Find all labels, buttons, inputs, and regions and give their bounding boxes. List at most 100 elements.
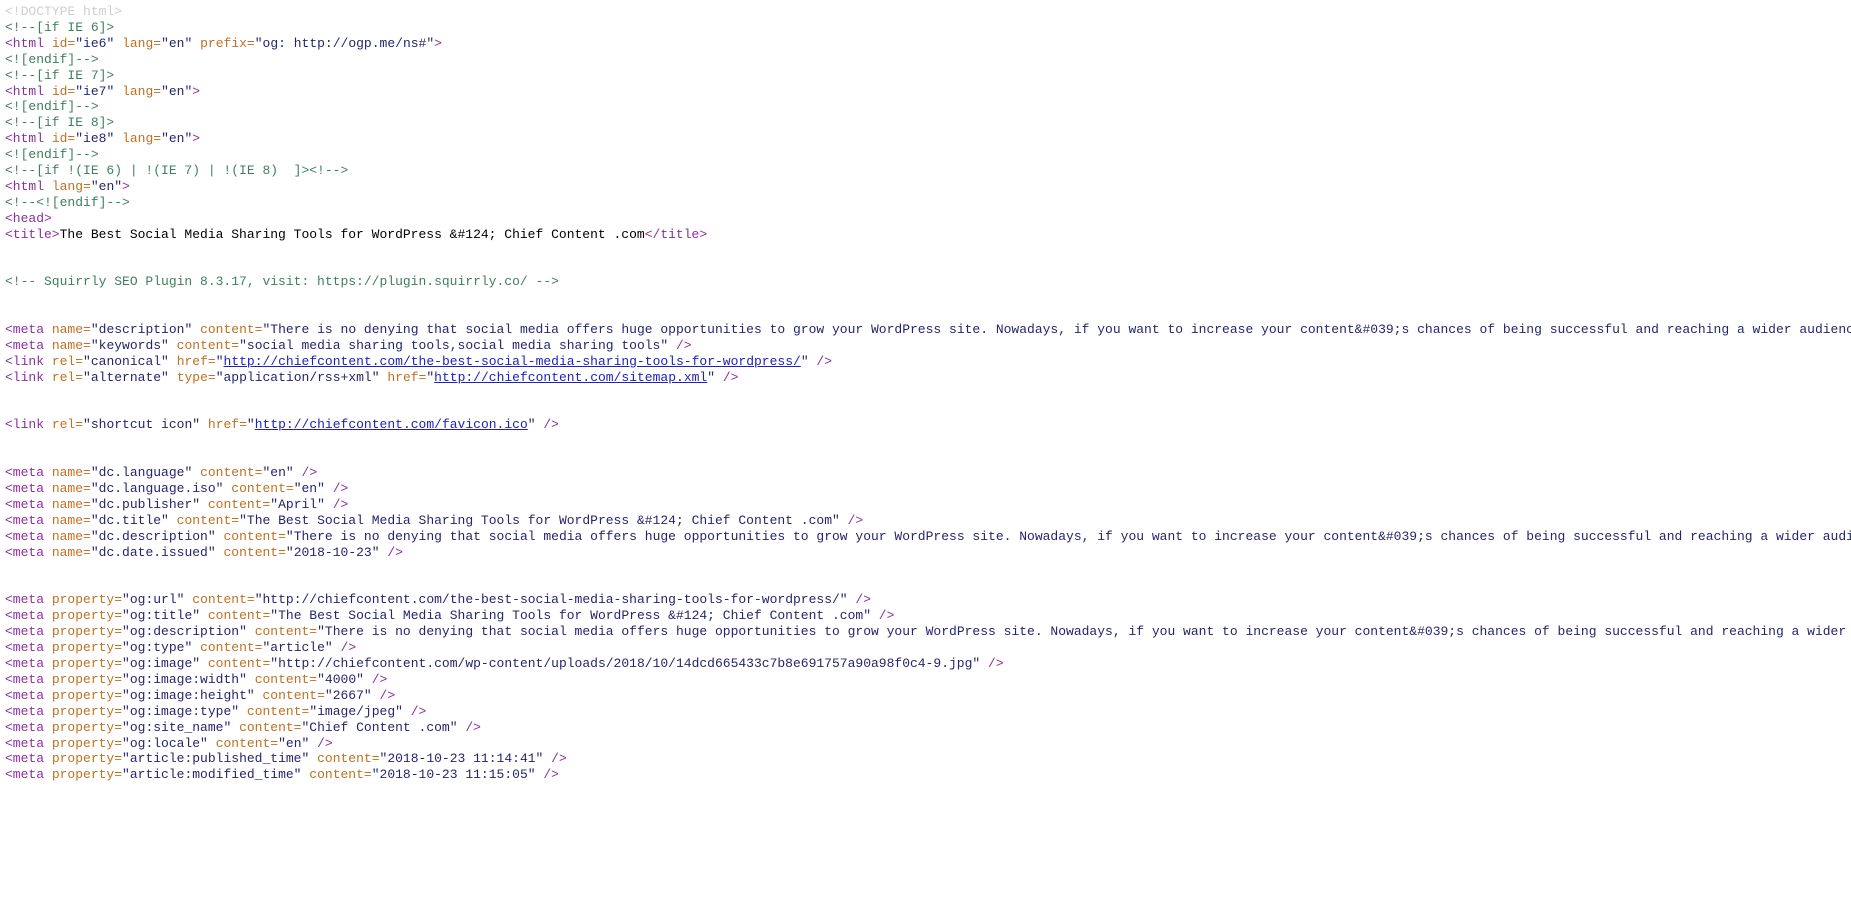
attribute-value: "og:locale" (122, 735, 208, 751)
attribute-name: property= (51, 687, 123, 703)
document-title-text: The Best Social Media Sharing Tools for … (59, 226, 645, 242)
attribute-value: "dc.title" (90, 512, 169, 528)
attribute-value: "og:site_name" (122, 719, 232, 735)
attribute-value: "ie7" (75, 83, 115, 99)
quote: " (527, 417, 536, 433)
source-line: <![endif]--> (5, 147, 1851, 163)
source-line: <meta name="dc.language.iso" content="en… (5, 481, 1851, 497)
attribute-value: "dc.date.issued" (90, 544, 216, 560)
attribute-name: content= (239, 719, 302, 735)
attribute-value: "dc.publisher" (90, 496, 201, 512)
attribute-name: content= (192, 592, 255, 608)
attribute-name: content= (223, 544, 286, 560)
attribute-name: name= (51, 322, 91, 338)
attribute-name: content= (207, 608, 271, 624)
source-hyperlink[interactable]: http://chiefcontent.com/favicon.ico (255, 417, 528, 432)
source-line: <head> (5, 211, 1851, 227)
attribute-name: name= (51, 528, 91, 544)
quote: " (215, 353, 224, 369)
attribute-name: name= (51, 465, 91, 481)
source-line: <html lang="en"> (5, 179, 1851, 195)
quote: " (246, 417, 255, 433)
source-line: <link rel="alternate" type="application/… (5, 370, 1851, 386)
source-line: <!-- Squirrly SEO Plugin 8.3.17, visit: … (5, 274, 1851, 290)
attribute-value: "image/jpeg" (309, 703, 403, 719)
attribute-value: "canonical" (83, 353, 169, 369)
attribute-value: "en" (161, 83, 193, 99)
source-line: <meta property="og:url" content="http://… (5, 592, 1851, 608)
tag-name: <meta (5, 592, 45, 608)
attribute-name: id= (51, 131, 76, 147)
attribute-value: "keywords" (90, 337, 169, 353)
tag-close: /> (332, 640, 357, 656)
tag-name: <html (5, 83, 45, 99)
attribute-name: content= (254, 624, 318, 640)
tag-name: <meta (5, 751, 45, 767)
attribute-value: "og:title" (122, 608, 201, 624)
quote: " (800, 353, 809, 369)
attribute-name: lang= (122, 131, 162, 147)
attribute-name: href= (387, 369, 427, 385)
source-line: <meta property="og:image:type" content="… (5, 704, 1851, 720)
attribute-name: lang= (122, 83, 162, 99)
tag-name: <meta (5, 767, 45, 783)
source-line: <meta name="dc.date.issued" content="201… (5, 545, 1851, 561)
tag-name: <meta (5, 719, 45, 735)
tag-name: <meta (5, 671, 45, 687)
attribute-name: name= (51, 496, 91, 512)
attribute-value: "dc.language" (90, 465, 193, 481)
tag-close: /> (457, 719, 481, 735)
attribute-name: id= (51, 83, 76, 99)
attribute-value: "4000" (317, 671, 364, 687)
tag-name: <meta (5, 640, 45, 656)
tag-name: <head (5, 210, 45, 226)
source-line: <meta property="og:site_name" content="C… (5, 720, 1851, 736)
tag-name: <meta (5, 735, 45, 751)
quote: " (707, 369, 716, 385)
tag-close: /> (293, 465, 318, 481)
attribute-name: href= (176, 353, 216, 369)
source-hyperlink[interactable]: http://chiefcontent.com/the-best-social-… (224, 354, 801, 369)
attribute-value: "dc.description" (90, 528, 216, 544)
attribute-value: "2018-10-23" (285, 544, 380, 560)
tag-close: /> (535, 767, 559, 783)
tag-name: <meta (5, 544, 45, 560)
tag-name: <html (5, 131, 45, 147)
attribute-value: "2018-10-23 11:14:41" (379, 751, 544, 767)
attribute-value: "The Best Social Media Sharing Tools for… (270, 608, 871, 624)
attribute-name: property= (51, 767, 123, 783)
source-line: <!--<![endif]--> (5, 195, 1851, 211)
attribute-name: property= (51, 608, 123, 624)
source-line: <meta property="og:image:width" content=… (5, 672, 1851, 688)
attribute-value: "http://chiefcontent.com/the-best-social… (254, 592, 848, 608)
attribute-value: "ie6" (75, 35, 115, 51)
attribute-value: "en" (161, 35, 193, 51)
attribute-name: content= (262, 687, 325, 703)
attribute-value: "description" (90, 322, 193, 338)
source-hyperlink[interactable]: http://chiefcontent.com/sitemap.xml (434, 370, 707, 385)
tag-name: <link (5, 369, 45, 385)
source-line: <!--[if IE 6]> (5, 20, 1851, 36)
source-line: <html id="ie6" lang="en" prefix="og: htt… (5, 36, 1851, 52)
quote: " (426, 369, 435, 385)
attribute-value: "The Best Social Media Sharing Tools for… (239, 512, 840, 528)
